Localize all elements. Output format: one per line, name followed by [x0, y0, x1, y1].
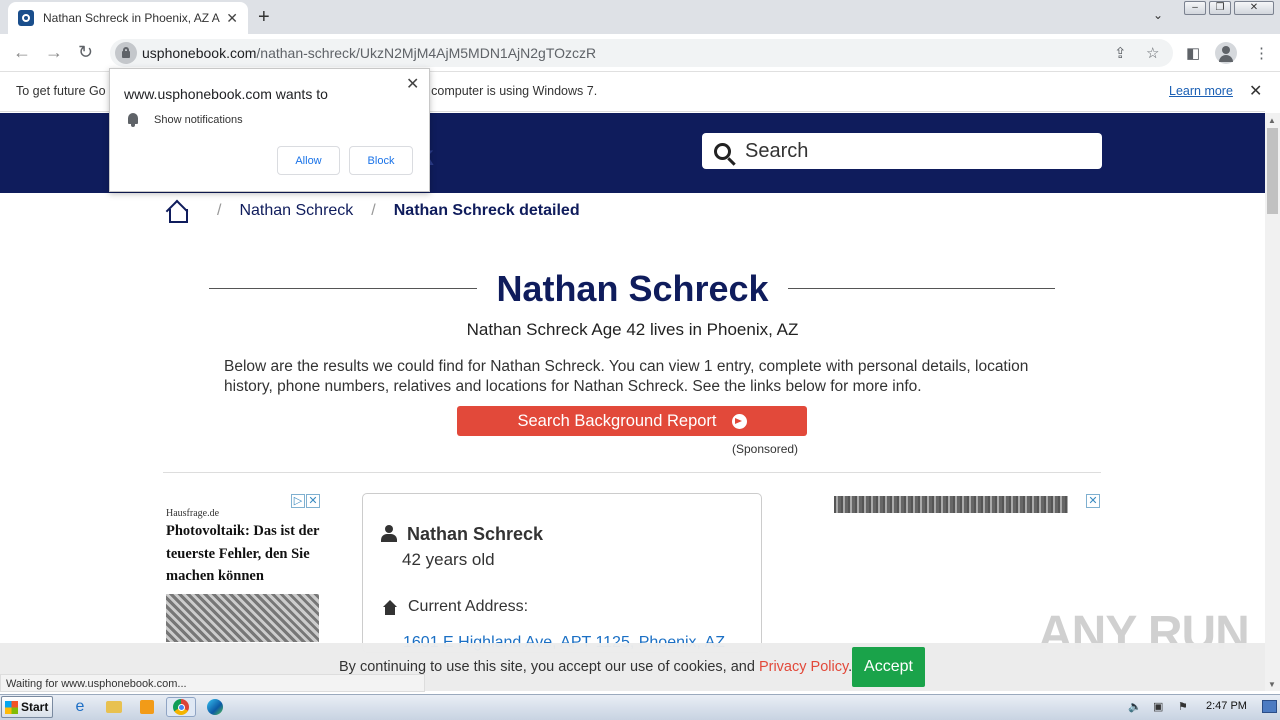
windows-logo-icon — [5, 700, 18, 714]
person-age: 42 years old — [402, 550, 495, 569]
accept-cookies-button[interactable]: Accept — [852, 647, 925, 687]
restore-button[interactable]: ❐ — [1209, 1, 1231, 15]
ad-source[interactable]: Hausfrage.de — [166, 508, 219, 519]
tab-title: Nathan Schreck in Phoenix, AZ Age — [43, 11, 221, 25]
browser-tab[interactable]: Nathan Schreck in Phoenix, AZ Age ✕ — [8, 2, 248, 34]
learn-more-link[interactable]: Learn more — [1169, 84, 1233, 98]
internet-explorer-icon[interactable]: e — [68, 697, 92, 717]
breadcrumb-separator: / — [217, 202, 222, 219]
current-address-label: Current Address: — [408, 598, 529, 615]
right-ad-image[interactable] — [834, 496, 1068, 513]
cookie-text: By continuing to use this site, you acce… — [339, 659, 853, 675]
breadcrumb-item-current: Nathan Schreck detailed — [393, 202, 580, 219]
action-center-flag-icon[interactable]: ⚑ — [1178, 700, 1188, 713]
ad-choices-icon[interactable]: ▷ — [291, 494, 305, 508]
edge-icon[interactable] — [203, 697, 227, 717]
divider — [163, 472, 1101, 473]
infobar-close-icon[interactable]: ✕ — [1249, 81, 1262, 101]
window-close-button[interactable]: ✕ — [1234, 1, 1274, 15]
site-search-box[interactable]: Search — [702, 133, 1102, 169]
sponsored-label: (Sponsored) — [732, 442, 799, 456]
new-tab-button[interactable]: + — [258, 6, 270, 29]
breadcrumb-separator: / — [371, 202, 376, 219]
site-favicon-icon — [18, 10, 34, 26]
scrollbar-thumb[interactable] — [1267, 128, 1278, 214]
lock-icon[interactable] — [115, 42, 137, 64]
reload-icon[interactable]: ↻ — [78, 42, 93, 63]
url-text[interactable]: usphonebook.com/nathan-schreck/UkzN2MjM4… — [142, 45, 596, 61]
cta-label: Search Background Report — [517, 411, 717, 430]
privacy-policy-link[interactable]: Privacy Policy — [759, 659, 848, 675]
ad-headline[interactable]: Photovoltaik: Das ist der teuerste Fehle… — [166, 520, 326, 588]
chrome-taskbar-icon[interactable] — [166, 697, 196, 717]
person-card — [362, 493, 762, 653]
breadcrumb: / Nathan Schreck / Nathan Schreck detail… — [165, 200, 580, 223]
share-icon[interactable]: ⇪ — [1114, 44, 1127, 62]
volume-icon[interactable]: 🔈 — [1128, 700, 1142, 713]
popup-close-icon[interactable]: ✕ — [406, 74, 419, 94]
media-player-icon[interactable] — [135, 697, 159, 717]
show-desktop-button[interactable] — [1262, 700, 1277, 713]
arrow-right-circle-icon — [731, 413, 747, 429]
search-placeholder: Search — [745, 139, 809, 162]
profile-avatar-icon[interactable] — [1215, 42, 1237, 64]
network-icon[interactable]: ▣ — [1153, 700, 1163, 713]
scroll-down-arrow-icon[interactable]: ▼ — [1268, 680, 1276, 689]
search-icon — [714, 142, 731, 160]
house-icon — [381, 600, 399, 616]
page-title: Nathan Schreck — [496, 268, 769, 309]
bookmark-star-icon[interactable]: ☆ — [1146, 44, 1159, 62]
back-icon[interactable]: ← — [13, 42, 31, 63]
scroll-up-arrow-icon[interactable]: ▲ — [1268, 116, 1276, 125]
right-ad-close-icon[interactable]: ✕ — [1086, 494, 1100, 508]
intro-paragraph: Below are the results we could find for … — [224, 358, 1029, 395]
tab-close-icon[interactable]: ✕ — [226, 10, 238, 27]
block-button[interactable]: Block — [349, 146, 413, 175]
popup-permission-text: Show notifications — [154, 114, 243, 126]
ad-image[interactable] — [166, 594, 319, 642]
home-icon[interactable] — [165, 200, 189, 223]
side-panel-icon[interactable]: ◧ — [1186, 44, 1200, 62]
search-background-report-button[interactable]: Search Background Report — [457, 406, 807, 436]
explorer-folder-icon[interactable] — [102, 697, 126, 717]
taskbar-clock[interactable]: 2:47 PM — [1206, 700, 1247, 712]
menu-kebab-icon[interactable]: ⋮ — [1254, 44, 1269, 62]
start-button[interactable]: Start — [1, 696, 53, 718]
tab-search-chevron-icon[interactable]: ⌄ — [1153, 8, 1163, 22]
person-name[interactable]: Nathan Schreck — [407, 524, 543, 545]
page-subtitle: Nathan Schreck Age 42 lives in Phoenix, … — [466, 320, 799, 339]
allow-button[interactable]: Allow — [277, 146, 340, 175]
breadcrumb-item-person[interactable]: Nathan Schreck — [239, 202, 353, 220]
ad-close-icon[interactable]: ✕ — [306, 494, 320, 508]
bell-icon — [127, 113, 139, 127]
popup-title: www.usphonebook.com wants to — [124, 86, 328, 102]
person-icon — [381, 525, 397, 542]
forward-icon[interactable]: → — [45, 42, 63, 63]
minimize-button[interactable]: – — [1184, 1, 1206, 15]
status-bubble: Waiting for www.usphonebook.com... — [0, 674, 425, 692]
